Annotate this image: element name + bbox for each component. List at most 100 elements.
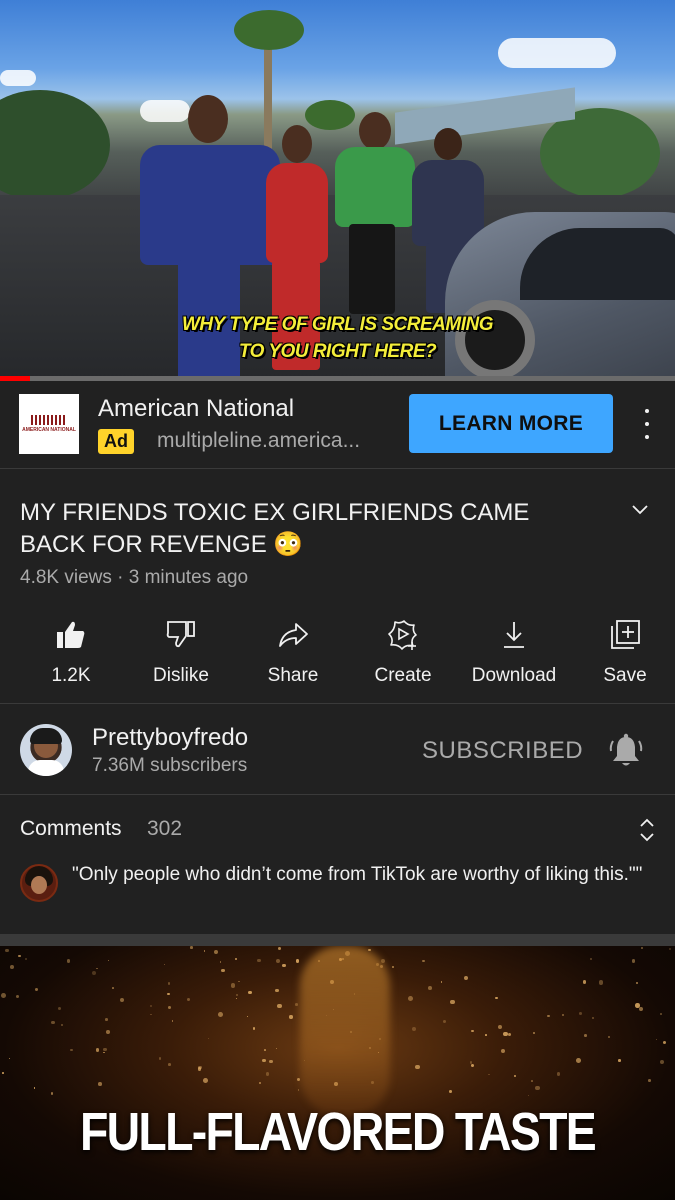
ad-url: multipleline.america... bbox=[157, 429, 361, 452]
bubble bbox=[104, 1018, 108, 1022]
bubble bbox=[561, 1013, 565, 1017]
bubble bbox=[103, 1047, 107, 1052]
palm-tree-top bbox=[305, 100, 355, 130]
bubble bbox=[640, 947, 643, 950]
channel-avatar[interactable] bbox=[20, 724, 72, 776]
subscribed-button[interactable]: SUBSCRIBED bbox=[422, 737, 583, 765]
comments-section[interactable]: Comments 302 "Only people who didn’t com… bbox=[0, 796, 675, 934]
bubble bbox=[531, 1080, 533, 1082]
bubble bbox=[91, 970, 96, 975]
bubble bbox=[647, 1078, 651, 1082]
bell-icon[interactable] bbox=[607, 732, 645, 770]
bubble bbox=[257, 959, 261, 963]
section-divider bbox=[0, 934, 675, 946]
bubble bbox=[277, 1003, 282, 1008]
bubble bbox=[1, 993, 7, 999]
promo-banner[interactable]: FULL-FLAVORED TASTE bbox=[0, 946, 675, 1200]
bubble bbox=[442, 1019, 447, 1024]
bubble bbox=[449, 1090, 452, 1093]
ad-banner[interactable]: AMERICAN NATIONAL American National Ad m… bbox=[0, 381, 675, 469]
save-label: Save bbox=[603, 665, 647, 686]
bubble bbox=[533, 1031, 535, 1034]
top-comment-text: "Only people who didn’t come from TikTok… bbox=[72, 864, 643, 885]
learn-more-button[interactable]: LEARN MORE bbox=[409, 394, 613, 453]
bubble bbox=[186, 997, 191, 1001]
create-icon bbox=[388, 620, 417, 650]
more-options-icon[interactable] bbox=[636, 409, 658, 439]
bubble bbox=[470, 1064, 474, 1068]
bubble bbox=[247, 1016, 249, 1018]
bubble bbox=[276, 1048, 278, 1050]
bubble bbox=[167, 982, 171, 985]
save-button[interactable]: Save bbox=[570, 612, 675, 692]
download-icon bbox=[504, 622, 524, 648]
bubble bbox=[464, 976, 469, 981]
share-icon bbox=[279, 623, 308, 647]
channel-row[interactable]: Prettyboyfredo 7.36M subscribers SUBSCRI… bbox=[0, 705, 675, 795]
bubble bbox=[598, 980, 604, 986]
beer-stream bbox=[300, 946, 390, 1116]
bubble bbox=[297, 1089, 300, 1091]
bubble bbox=[277, 947, 281, 951]
bubble bbox=[112, 987, 114, 989]
bubble bbox=[282, 964, 286, 968]
bubble bbox=[203, 1078, 209, 1084]
channel-name[interactable]: Prettyboyfredo bbox=[92, 724, 248, 752]
bubble bbox=[508, 1033, 512, 1037]
bubble bbox=[608, 1035, 611, 1039]
bubble bbox=[663, 1041, 667, 1045]
bubble bbox=[51, 1020, 55, 1025]
cloud bbox=[0, 70, 36, 86]
like-button[interactable]: 1.2K bbox=[16, 612, 126, 692]
bubble bbox=[414, 1064, 420, 1070]
bubble bbox=[207, 1038, 209, 1040]
bubble bbox=[584, 1034, 588, 1037]
bubble bbox=[119, 997, 124, 1002]
bubble bbox=[635, 982, 638, 984]
expand-collapse-icon[interactable] bbox=[636, 816, 658, 844]
bubble bbox=[258, 1081, 261, 1085]
bubble bbox=[295, 1002, 299, 1006]
create-button[interactable]: Create bbox=[348, 612, 458, 692]
thumbs-down-icon bbox=[166, 621, 195, 648]
download-button[interactable]: Download bbox=[459, 612, 569, 692]
bubble bbox=[275, 988, 279, 992]
bubble bbox=[547, 1015, 550, 1018]
bubble bbox=[18, 955, 21, 958]
chevron-down-icon[interactable] bbox=[630, 500, 650, 520]
promo-text: FULL-FLAVORED TASTE bbox=[79, 1102, 597, 1162]
bubble bbox=[70, 1049, 73, 1052]
bubble bbox=[219, 961, 222, 963]
bubble bbox=[164, 964, 166, 966]
video-title[interactable]: MY FRIENDS TOXIC EX GIRLFRIENDS CAME BAC… bbox=[20, 497, 600, 561]
bubble bbox=[1, 1072, 4, 1074]
bubble bbox=[221, 969, 225, 973]
bubble bbox=[98, 1082, 102, 1086]
bubble bbox=[265, 1072, 270, 1076]
bubble bbox=[214, 950, 219, 955]
bubble bbox=[25, 958, 27, 960]
bubble bbox=[108, 960, 110, 962]
bubble bbox=[234, 957, 237, 961]
bubble bbox=[495, 996, 498, 1000]
bubble bbox=[289, 1015, 293, 1019]
bubble bbox=[660, 1012, 663, 1015]
like-count: 1.2K bbox=[51, 665, 91, 686]
bubble bbox=[440, 980, 443, 983]
advertiser-logo: AMERICAN NATIONAL bbox=[19, 394, 79, 454]
download-label: Download bbox=[471, 665, 557, 686]
subscriber-count: 7.36M subscribers bbox=[92, 755, 248, 776]
bubble bbox=[497, 1025, 503, 1030]
video-meta: 4.8K views · 3 minutes ago bbox=[20, 567, 249, 588]
share-button[interactable]: Share bbox=[238, 612, 348, 692]
bubble bbox=[57, 1006, 62, 1010]
bubble bbox=[16, 994, 20, 998]
dislike-label: Dislike bbox=[153, 665, 209, 686]
video-player[interactable]: WHY TYPE OF GIRL IS SCREAMING TO YOU RIG… bbox=[0, 0, 675, 381]
create-label: Create bbox=[374, 665, 432, 686]
bubble bbox=[263, 1048, 266, 1051]
bubble bbox=[582, 980, 587, 985]
dislike-button[interactable]: Dislike bbox=[126, 612, 236, 692]
tree bbox=[0, 90, 110, 200]
bubble bbox=[392, 965, 395, 968]
